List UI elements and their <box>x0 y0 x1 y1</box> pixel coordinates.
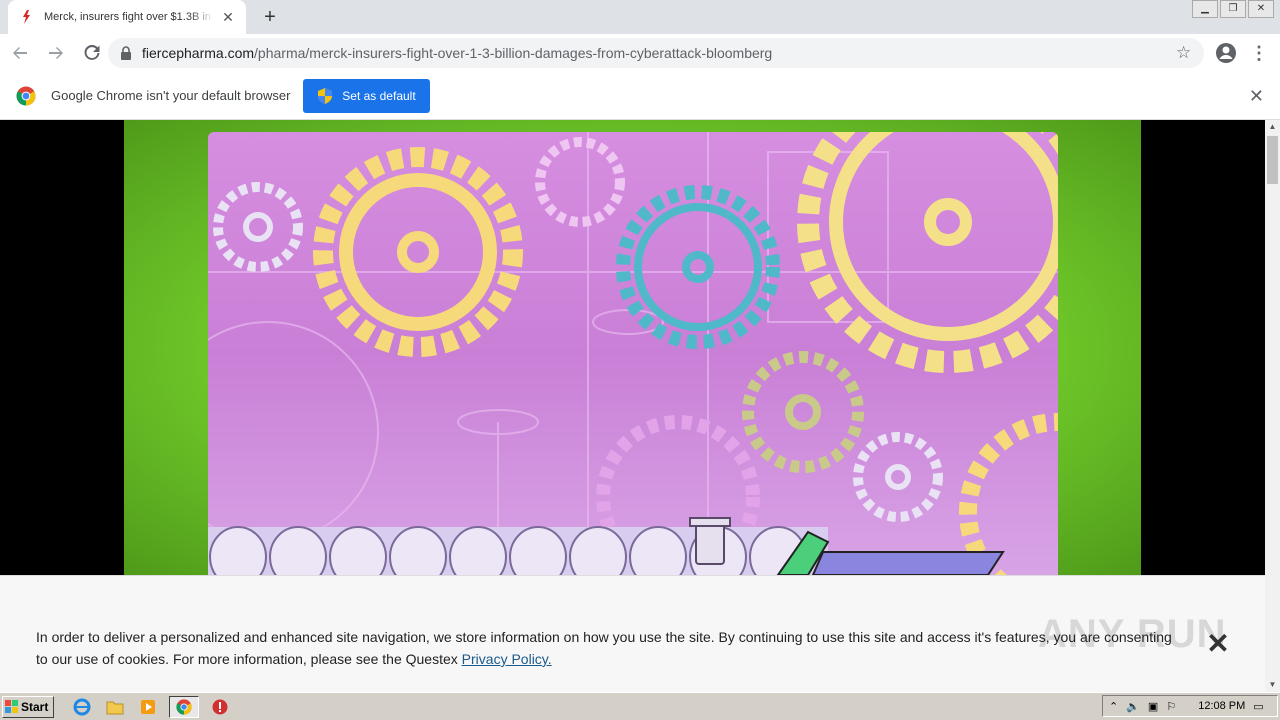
page-content <box>0 120 1265 575</box>
tab-close-icon[interactable]: ✕ <box>220 9 236 25</box>
show-desktop-icon[interactable]: ▭ <box>1253 700 1263 713</box>
lock-icon <box>121 46 131 60</box>
menu-icon[interactable]: ⋮ <box>1250 41 1268 65</box>
forward-icon[interactable] <box>40 37 72 69</box>
network-icon[interactable]: ▣ <box>1148 700 1158 713</box>
cookie-text: In order to deliver a personalized and e… <box>36 629 1172 667</box>
shield-icon <box>318 87 333 104</box>
set-as-default-label: Set as default <box>342 88 416 103</box>
chrome-taskbar-icon[interactable] <box>169 695 199 718</box>
new-tab-button[interactable]: + <box>258 6 282 28</box>
tab-title: Merck, insurers fight over $1.3B in d <box>44 11 214 23</box>
close-window-icon[interactable]: ✕ <box>1248 0 1274 18</box>
scroll-down-icon[interactable]: ▼ <box>1265 678 1280 692</box>
cookie-message: In order to deliver a personalized and e… <box>36 626 1186 670</box>
url-host: fiercepharma.com <box>142 45 255 61</box>
restore-icon[interactable]: ❐ <box>1220 0 1246 18</box>
clock[interactable]: 12:08 PM <box>1198 700 1245 712</box>
set-as-default-button[interactable]: Set as default <box>303 78 431 113</box>
address-bar[interactable]: fiercepharma.com/pharma/merck-insurers-f… <box>108 38 1204 68</box>
system-tray: ⌃ 🔈 ▣ ⚐ 12:08 PM ▭ <box>1102 695 1278 717</box>
media-player-icon[interactable] <box>136 696 160 718</box>
start-button[interactable]: Start <box>2 695 54 718</box>
scroll-up-icon[interactable]: ▲ <box>1265 120 1280 134</box>
cookie-banner: ANY RUN In order to deliver a personaliz… <box>0 575 1265 692</box>
volume-icon[interactable]: 🔈 <box>1126 700 1140 713</box>
back-icon[interactable] <box>4 37 36 69</box>
start-label: Start <box>21 699 49 714</box>
browser-toolbar: fiercepharma.com/pharma/merck-insurers-f… <box>0 34 1280 72</box>
flag-icon[interactable]: ⚐ <box>1166 700 1176 713</box>
windows-taskbar: Start ⌃ 🔈 ▣ ⚐ 12:08 PM ▭ <box>0 692 1280 720</box>
video-frame[interactable] <box>124 120 1141 575</box>
default-browser-infobar: Google Chrome isn't your default browser… <box>0 72 1280 120</box>
account-icon[interactable] <box>1214 41 1238 65</box>
window-controls: ▁ ❐ ✕ <box>1190 0 1274 18</box>
cartoon-gears-image <box>208 132 1058 575</box>
browser-tab[interactable]: Merck, insurers fight over $1.3B in d ✕ <box>8 0 246 34</box>
fiercepharma-favicon-icon <box>18 9 34 25</box>
reload-icon[interactable] <box>76 37 108 69</box>
infobar-message: Google Chrome isn't your default browser <box>51 88 291 103</box>
stop-icon[interactable] <box>208 696 232 718</box>
bookmark-star-icon[interactable]: ☆ <box>1176 44 1194 62</box>
windows-logo-icon <box>5 699 18 713</box>
chrome-logo-icon <box>16 86 36 105</box>
url-path: /pharma/merck-insurers-fight-over-1-3-bi… <box>254 45 773 61</box>
tray-expand-icon[interactable]: ⌃ <box>1109 700 1118 713</box>
file-explorer-icon[interactable] <box>103 696 127 718</box>
internet-explorer-icon[interactable] <box>70 696 94 718</box>
minimize-icon[interactable]: ▁ <box>1192 0 1218 18</box>
page-scrollbar[interactable]: ▲ ▼ <box>1265 120 1280 692</box>
cookie-close-icon[interactable]: ✕ <box>1204 630 1232 658</box>
url-text: fiercepharma.com/pharma/merck-insurers-f… <box>142 45 772 61</box>
privacy-policy-link[interactable]: Privacy Policy. <box>462 651 552 667</box>
scrollbar-thumb[interactable] <box>1267 136 1278 184</box>
tab-strip: Merck, insurers fight over $1.3B in d ✕ … <box>0 0 1280 34</box>
infobar-close-icon[interactable]: ✕ <box>1249 86 1264 107</box>
